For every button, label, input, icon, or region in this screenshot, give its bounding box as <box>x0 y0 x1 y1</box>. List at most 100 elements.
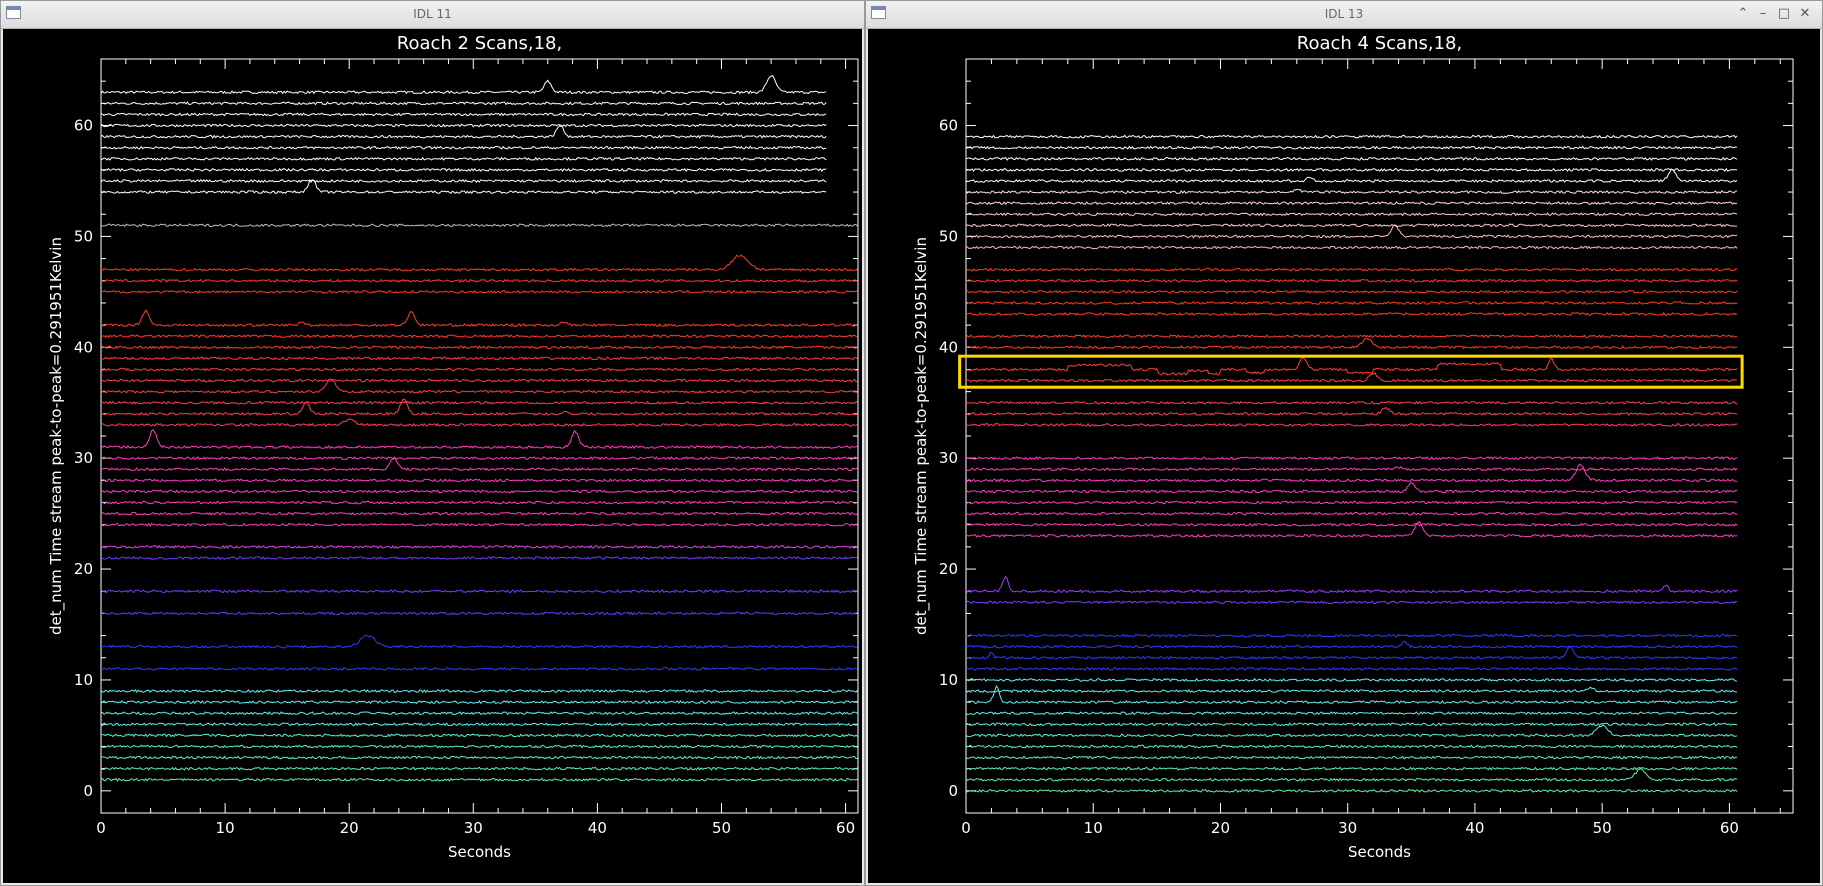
series-line-det-59 <box>965 134 1738 139</box>
series-line-det-1 <box>100 777 858 782</box>
series-line-det-31 <box>100 428 858 450</box>
series-line-det-8 <box>965 684 1738 705</box>
series-line-det-13 <box>965 640 1738 649</box>
plot-frame <box>100 58 859 814</box>
series-line-det-33 <box>100 418 858 427</box>
close-icon[interactable]: ✕ <box>1796 5 1814 23</box>
series-line-det-3 <box>965 755 1738 760</box>
series-line-det-26 <box>100 500 858 505</box>
series-line-det-58 <box>965 145 1738 150</box>
x-tick-label: 20 <box>1211 819 1230 837</box>
series-line-det-16 <box>100 611 858 616</box>
x-tick-label: 60 <box>1720 819 1739 837</box>
x-tick-label: 50 <box>712 819 731 837</box>
highlight-box <box>958 354 1744 389</box>
maximize-icon[interactable]: □ <box>1775 5 1793 23</box>
series-line-det-53 <box>965 201 1738 206</box>
y-tick-label: 50 <box>74 227 93 245</box>
series-line-det-27 <box>965 482 1738 494</box>
series-line-det-37 <box>965 372 1738 383</box>
idl-window-left: IDL 11 Roach 2 Scans,18, 0 10 20 30 40 50 60 0 10… <box>0 0 865 886</box>
y-tick-label: 10 <box>939 671 958 689</box>
series-line-det-37 <box>100 378 858 383</box>
y-tick-label: 50 <box>939 227 958 245</box>
series-line-det-62 <box>100 101 827 106</box>
series-line-det-26 <box>965 500 1738 505</box>
series-line-det-51 <box>965 223 1738 228</box>
series-line-det-9 <box>100 688 858 694</box>
series-line-det-8 <box>100 699 858 705</box>
series-line-det-11 <box>965 666 1738 671</box>
series-line-det-14 <box>966 633 1738 638</box>
series-line-det-52 <box>965 212 1738 217</box>
y-tick-label: 0 <box>948 782 958 800</box>
series-line-det-42 <box>100 309 858 328</box>
series-line-det-4 <box>965 744 1738 749</box>
series-line-det-38 <box>100 367 858 372</box>
x-tick-label: 30 <box>464 819 483 837</box>
series-line-det-57 <box>100 156 827 161</box>
series-line-det-22 <box>100 544 858 549</box>
series-line-det-54 <box>965 188 1738 195</box>
series-line-det-12 <box>965 645 1738 660</box>
y-tick-label: 20 <box>74 560 93 578</box>
series-line-det-30 <box>965 456 1738 461</box>
x-tick-label: 10 <box>216 819 235 837</box>
series-line-det-0 <box>965 788 1738 793</box>
y-tick-label: 20 <box>939 560 958 578</box>
series-line-det-10 <box>965 677 1738 682</box>
restore-icon[interactable]: – <box>1754 5 1772 23</box>
y-axis-label: det_num Time stream peak-to-peak=0.29195… <box>912 237 931 635</box>
x-tick-label: 0 <box>96 819 106 837</box>
series-line-det-29 <box>100 457 858 472</box>
series-line-det-46 <box>100 278 858 283</box>
series-line-det-63 <box>100 74 827 95</box>
series-line-det-47 <box>965 267 1738 272</box>
window-title: IDL 11 <box>413 7 452 21</box>
minimize-icon[interactable]: ⌃ <box>1734 5 1752 23</box>
y-tick-label: 40 <box>939 338 958 356</box>
series-line-det-39 <box>100 356 858 361</box>
plot-canvas: Roach 4 Scans,18, 0 10 20 30 40 50 60 0 10 20 30 40 5… <box>868 29 1820 883</box>
series-line-det-18 <box>100 589 858 594</box>
series-line-det-55 <box>100 178 827 184</box>
window-title: IDL 13 <box>1324 7 1364 21</box>
idl-window-right: IDL 13 ⌃ – □ ✕ Roach 4 Scans,18, 0 10 20 30 4… <box>865 0 1823 886</box>
y-tick-label: 10 <box>74 671 93 689</box>
series-line-det-54 <box>100 179 827 195</box>
series-line-det-56 <box>965 167 1738 172</box>
x-tick-label: 20 <box>340 819 359 837</box>
series-line-det-47 <box>101 254 858 272</box>
series-line-det-6 <box>965 722 1738 727</box>
series-line-det-34 <box>965 406 1738 416</box>
window-titlebar[interactable]: IDL 13 ⌃ – □ ✕ <box>866 1 1822 29</box>
series-line-det-7 <box>100 711 858 716</box>
series-line-det-18 <box>965 575 1738 594</box>
y-axis-label: det_num Time stream peak-to-peak=0.29195… <box>47 237 66 635</box>
series-line-det-41 <box>965 334 1738 339</box>
series-line-det-40 <box>100 345 858 350</box>
series-line-det-9 <box>965 686 1737 694</box>
y-tick-label: 60 <box>939 117 958 135</box>
series-line-det-24 <box>965 522 1738 527</box>
series-line-det-3 <box>101 755 858 760</box>
window-titlebar[interactable]: IDL 11 <box>1 1 864 29</box>
series-line-det-45 <box>100 289 858 294</box>
series-line-det-33 <box>965 422 1738 427</box>
series-line-det-6 <box>100 722 858 727</box>
x-tick-label: 40 <box>588 819 607 837</box>
series-line-det-24 <box>100 522 858 527</box>
series-line-det-11 <box>100 666 858 671</box>
timestream-plot: Roach 4 Scans,18, 0 10 20 30 40 50 60 0 10 20 30 40 5… <box>912 33 1794 861</box>
series-line-det-5 <box>965 724 1738 738</box>
series-line-det-57 <box>965 156 1738 161</box>
series-line-det-30 <box>100 456 858 461</box>
series-line-det-4 <box>100 744 858 749</box>
x-tick-label: 60 <box>836 819 855 837</box>
series-line-det-43 <box>965 311 1738 316</box>
series-line-det-27 <box>100 489 858 494</box>
series-line-det-50 <box>965 224 1738 239</box>
y-tick-label: 30 <box>939 449 958 467</box>
series-line-det-28 <box>965 463 1738 483</box>
y-tick-label: 30 <box>74 449 93 467</box>
